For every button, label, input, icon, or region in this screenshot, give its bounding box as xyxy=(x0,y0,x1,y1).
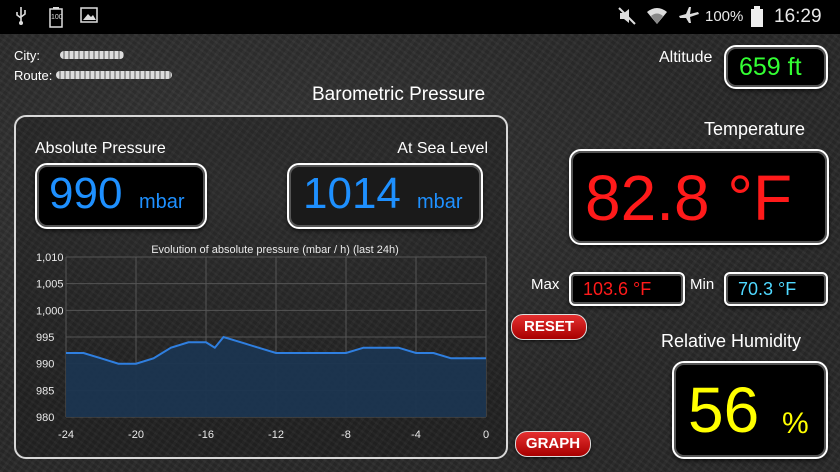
absolute-pressure-display: 990 mbar xyxy=(35,163,207,229)
absolute-pressure-label: Absolute Pressure xyxy=(35,140,166,157)
max-label: Max xyxy=(531,276,560,293)
y-tick-label: 1,010 xyxy=(36,252,64,264)
battery-notification-label: 100 xyxy=(51,14,63,21)
altitude-value: 659 ft xyxy=(739,53,802,81)
x-tick-label: -16 xyxy=(198,429,214,441)
wifi-icon xyxy=(646,6,668,31)
altitude-display: 659 ft xyxy=(724,45,828,89)
battery-icon xyxy=(750,6,764,33)
min-temperature-display: 70.3 °F xyxy=(724,272,828,306)
x-tick-label: -20 xyxy=(128,429,144,441)
humidity-value: 56 xyxy=(688,374,760,446)
x-tick-label: -8 xyxy=(341,429,351,441)
mute-icon xyxy=(617,6,637,31)
reset-button[interactable]: RESET xyxy=(511,314,587,340)
sea-level-unit: mbar xyxy=(417,191,463,213)
pressure-chart: Evolution of absolute pressure (mbar / h… xyxy=(36,244,489,441)
absolute-pressure-value: 990 xyxy=(49,169,123,218)
temperature-label: Temperature xyxy=(704,119,806,139)
chart-title: Evolution of absolute pressure (mbar / h… xyxy=(151,244,399,256)
min-temperature-value: 70.3 °F xyxy=(738,279,797,299)
humidity-unit: % xyxy=(782,407,809,440)
max-temperature-display: 103.6 °F xyxy=(569,272,685,306)
barometric-title: Barometric Pressure xyxy=(312,84,486,105)
x-tick-label: -4 xyxy=(411,429,421,441)
sea-level-value: 1014 xyxy=(303,169,401,218)
city-label: City: xyxy=(14,48,40,63)
y-tick-label: 995 xyxy=(36,332,54,344)
x-tick-label: -24 xyxy=(58,429,74,441)
x-tick-label: 0 xyxy=(483,429,489,441)
status-bar: 100 100% 16:29 xyxy=(0,0,840,34)
battery-notification-icon: 100 xyxy=(48,6,64,33)
y-tick-label: 985 xyxy=(36,385,54,397)
y-tick-label: 1,000 xyxy=(36,305,64,317)
temperature-value: 82.8 °F xyxy=(585,162,793,234)
city-value-redacted xyxy=(60,51,124,59)
clock: 16:29 xyxy=(774,6,822,27)
absolute-pressure-unit: mbar xyxy=(139,191,185,213)
temperature-display: 82.8 °F xyxy=(569,149,829,245)
route-value-redacted xyxy=(56,71,172,79)
pressure-panel: Absolute Pressure At Sea Level 990 mbar … xyxy=(14,115,508,459)
x-tick-label: -12 xyxy=(268,429,284,441)
y-tick-label: 980 xyxy=(36,412,54,424)
image-icon xyxy=(80,6,98,29)
y-tick-label: 1,005 xyxy=(36,279,64,291)
humidity-display: 56 % xyxy=(672,361,828,459)
battery-percent: 100% xyxy=(705,8,744,25)
graph-button[interactable]: GRAPH xyxy=(515,431,591,457)
route-label: Route: xyxy=(14,68,53,83)
sea-level-display: 1014 mbar xyxy=(287,163,483,229)
sea-level-label: At Sea Level xyxy=(397,140,488,157)
airplane-icon xyxy=(678,6,700,31)
usb-icon xyxy=(14,6,28,31)
humidity-label: Relative Humidity xyxy=(661,331,802,351)
max-temperature-value: 103.6 °F xyxy=(583,279,652,299)
y-tick-label: 990 xyxy=(36,359,54,371)
min-label: Min xyxy=(690,276,715,293)
altitude-label: Altitude xyxy=(659,49,713,66)
